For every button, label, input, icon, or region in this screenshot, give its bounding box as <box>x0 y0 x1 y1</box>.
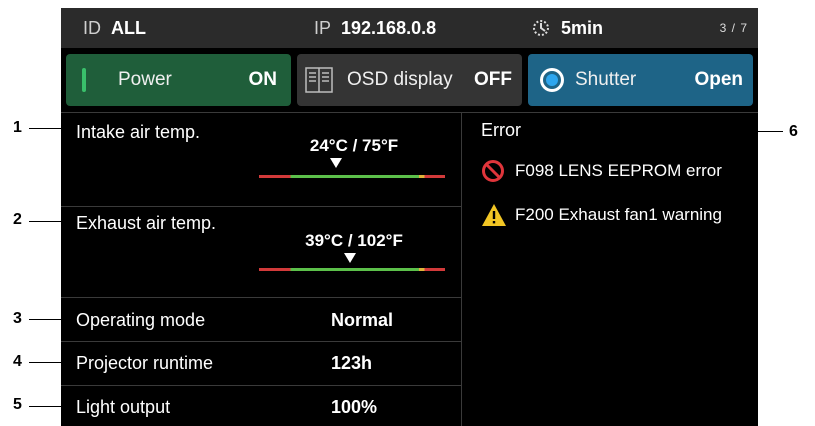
osd-label: OSD display <box>347 69 453 90</box>
timer-value: 5min <box>561 18 604 38</box>
osd-value: OFF <box>474 69 512 90</box>
id-label: ID <box>83 18 101 38</box>
ip-status: IP 192.168.0.8 <box>314 8 436 48</box>
light-output-label: Light output <box>76 397 171 417</box>
prohibited-icon <box>482 160 504 182</box>
page-indicator: 3 / 7 <box>719 21 748 35</box>
shutter-toggle[interactable]: Shutter Open <box>528 54 753 106</box>
callout-number: 3 <box>13 310 22 327</box>
error-title: Error <box>481 120 521 140</box>
divider <box>61 297 461 298</box>
divider <box>61 341 461 342</box>
callout-line <box>29 406 76 407</box>
callout-number: 6 <box>789 123 798 140</box>
power-label: Power <box>118 69 172 90</box>
id-status: ID ALL <box>83 8 146 48</box>
divider <box>61 206 461 207</box>
projector-status-screen: ID ALL IP 192.168.0.8 5min 3 / 7 Power ON <box>61 8 758 426</box>
projector-runtime-label: Projector runtime <box>76 353 214 373</box>
error-text: F200 Exhaust fan1 warning <box>515 205 722 224</box>
timer-status: 5min <box>531 8 603 48</box>
id-value: ALL <box>111 18 146 38</box>
timer-icon <box>533 20 549 36</box>
osd-icon <box>305 67 333 93</box>
exhaust-temp-value: 39°C / 102°F <box>305 231 403 250</box>
ip-label: IP <box>314 18 332 38</box>
power-icon <box>82 68 86 92</box>
callout-line <box>29 319 76 320</box>
intake-temp-gauge <box>259 175 445 178</box>
light-output-value: 100% <box>331 397 378 417</box>
exhaust-temp-label: Exhaust air temp. <box>76 213 217 233</box>
ip-value: 192.168.0.8 <box>341 18 437 38</box>
exhaust-temp-gauge <box>259 268 445 271</box>
callout-number: 4 <box>13 353 22 370</box>
callout-number: 5 <box>13 396 22 413</box>
exhaust-temp-marker <box>344 253 356 263</box>
callout-number: 2 <box>13 211 22 228</box>
shutter-label: Shutter <box>575 69 637 90</box>
status-bar: ID ALL IP 192.168.0.8 5min 3 / 7 <box>61 8 758 48</box>
callout-line <box>29 128 76 129</box>
intake-temp-label: Intake air temp. <box>76 122 201 142</box>
callout-line <box>29 362 76 363</box>
warning-icon <box>482 204 506 226</box>
callout-line <box>543 131 783 132</box>
error-text: F098 LENS EEPROM error <box>515 161 722 180</box>
projector-runtime-value: 123h <box>331 353 373 373</box>
callout-line <box>29 221 76 222</box>
divider <box>61 385 461 386</box>
power-value: ON <box>248 69 278 90</box>
power-toggle[interactable]: Power ON <box>66 54 291 106</box>
divider <box>461 112 462 426</box>
operating-mode-label: Operating mode <box>76 310 206 330</box>
intake-temp-marker <box>330 158 342 168</box>
osd-display-toggle[interactable]: OSD display OFF <box>297 54 522 106</box>
operating-mode-value: Normal <box>331 310 394 330</box>
callout-number: 1 <box>13 119 22 136</box>
divider <box>61 112 758 113</box>
shutter-value: Open <box>694 69 743 90</box>
shutter-icon <box>540 68 564 92</box>
intake-temp-value: 24°C / 75°F <box>309 136 399 155</box>
